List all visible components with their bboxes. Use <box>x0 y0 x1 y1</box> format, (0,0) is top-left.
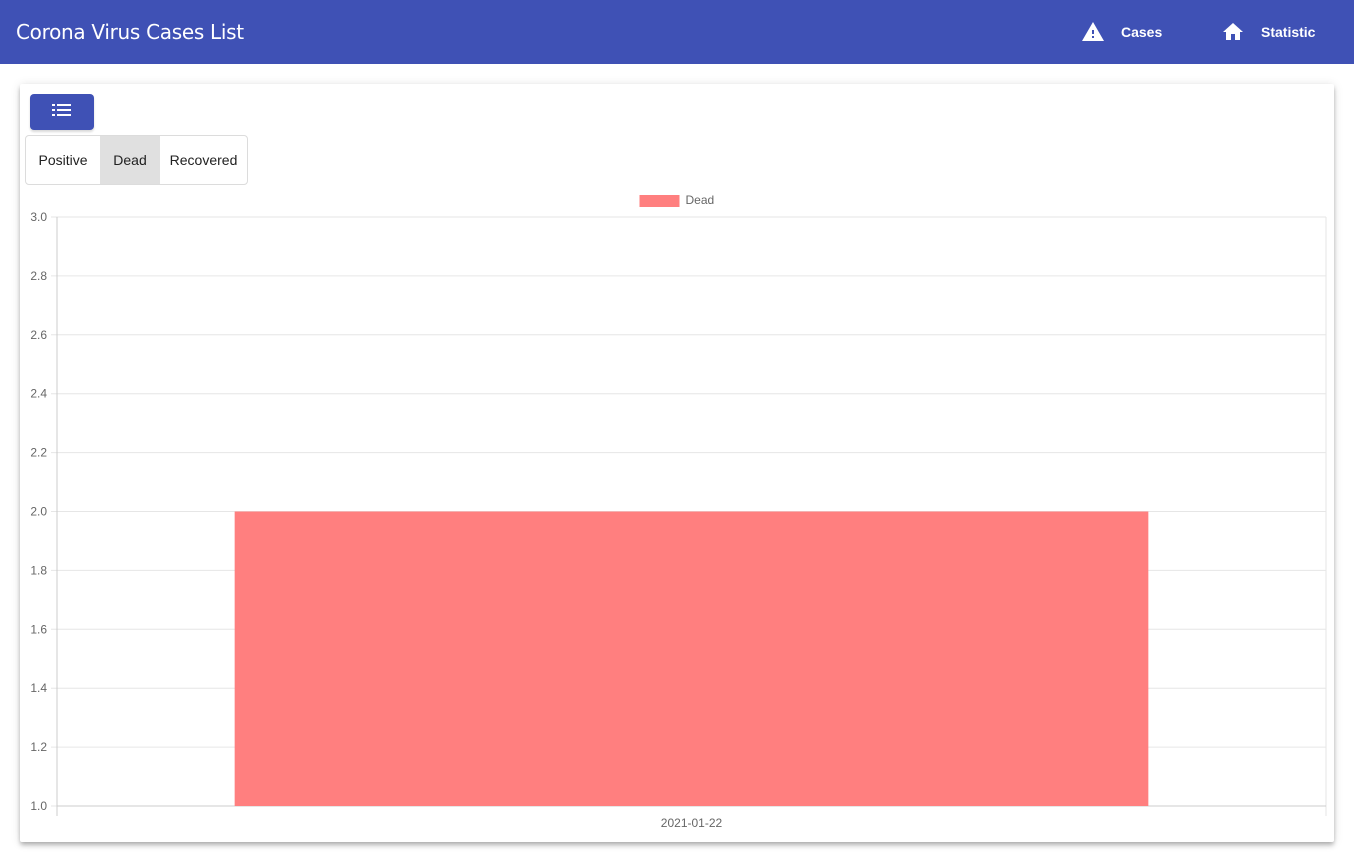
nav-statistic-label: Statistic <box>1261 24 1316 40</box>
y-tick-label: 1.4 <box>30 681 47 695</box>
y-tick-label: 1.6 <box>30 622 47 636</box>
y-tick-label: 2.8 <box>30 269 47 283</box>
warning-icon <box>1081 20 1105 44</box>
toggle-dead[interactable]: Dead <box>100 136 159 184</box>
nav-cases[interactable]: Cases <box>1081 0 1162 64</box>
y-tick-label: 1.2 <box>30 740 47 754</box>
y-tick-label: 2.6 <box>30 328 47 342</box>
metric-toggle-group: Positive Dead Recovered <box>25 135 248 185</box>
x-tick-label: 2021-01-22 <box>661 816 723 830</box>
app-toolbar: Corona Virus Cases List Cases Statistic <box>0 0 1354 64</box>
list-icon <box>52 103 72 122</box>
y-tick-label: 2.2 <box>30 446 47 460</box>
legend-swatch <box>639 195 680 207</box>
y-tick-label: 2.0 <box>30 505 47 519</box>
toggle-positive[interactable]: Positive <box>26 136 100 184</box>
y-tick-label: 2.4 <box>30 387 47 401</box>
bar-dead <box>234 511 1149 806</box>
y-tick-label: 3.0 <box>30 210 47 224</box>
app-title: Corona Virus Cases List <box>16 20 244 44</box>
list-menu-button[interactable] <box>30 94 94 130</box>
nav-cases-label: Cases <box>1121 24 1163 40</box>
nav-statistic[interactable]: Statistic <box>1221 0 1315 64</box>
home-icon <box>1221 20 1245 44</box>
toggle-recovered[interactable]: Recovered <box>159 136 247 184</box>
statistics-card: Positive Dead Recovered Dead 3.0 2.8 2.6 2.4… <box>20 84 1334 842</box>
dead-bar-chart: Dead 3.0 2.8 2.6 2.4 2.2 2.0 1.8 1.6 1.4 1.2 1.0 202… <box>30 193 1327 830</box>
y-tick-label: 1.0 <box>30 799 47 813</box>
y-tick-label: 1.8 <box>30 563 47 577</box>
legend-label: Dead <box>686 193 715 207</box>
